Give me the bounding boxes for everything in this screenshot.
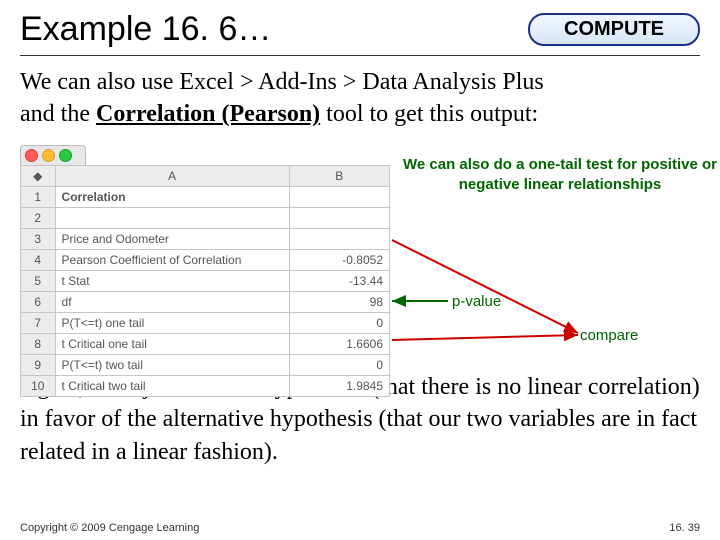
tool-name: Correlation (Pearson) xyxy=(96,101,320,127)
cell xyxy=(55,207,289,228)
excel-window: ◆ A B 1Correlation 2 3Price and Odometer… xyxy=(20,145,390,397)
cell: df xyxy=(55,291,289,312)
arrow-compare-tstat xyxy=(392,240,578,333)
annotation-compare: compare xyxy=(580,327,638,344)
close-icon xyxy=(25,149,38,162)
col-header-a: A xyxy=(55,165,289,186)
intro-line2-prefix: and the xyxy=(20,101,96,127)
zoom-icon xyxy=(59,149,72,162)
footer: Copyright © 2009 Cengage Learning 16. 39 xyxy=(20,522,700,534)
row-num: 8 xyxy=(21,333,56,354)
annotation-onetail: We can also do a one-tail test for posit… xyxy=(400,155,720,196)
row-num: 7 xyxy=(21,312,56,333)
cell xyxy=(289,207,389,228)
cell: 98 xyxy=(289,291,389,312)
row-num: 5 xyxy=(21,270,56,291)
page-number: 16. 39 xyxy=(669,522,700,534)
cell: Pearson Coefficient of Correlation xyxy=(55,249,289,270)
intro-text: We can also use Excel > Add-Ins > Data A… xyxy=(20,66,700,131)
row-num: 9 xyxy=(21,354,56,375)
annotation-pvalue: p-value xyxy=(452,293,501,310)
compute-badge: COMPUTE xyxy=(528,13,700,46)
slide: Example 16. 6… COMPUTE We can also use E… xyxy=(0,0,720,540)
title-divider xyxy=(20,55,700,56)
cell: 1.6606 xyxy=(289,333,389,354)
col-header-b: B xyxy=(289,165,389,186)
cell xyxy=(289,228,389,249)
table-row: 7P(T<=t) one tail0 xyxy=(21,312,390,333)
cell: P(T<=t) two tail xyxy=(55,354,289,375)
cell: 0 xyxy=(289,354,389,375)
cell: -13.44 xyxy=(289,270,389,291)
table-row: 9P(T<=t) two tail0 xyxy=(21,354,390,375)
row-num: 10 xyxy=(21,375,56,396)
minimize-icon xyxy=(42,149,55,162)
figure-area: ◆ A B 1Correlation 2 3Price and Odometer… xyxy=(20,145,700,365)
cell: Correlation xyxy=(55,186,289,207)
table-row: 8t Critical one tail1.6606 xyxy=(21,333,390,354)
row-num: 1 xyxy=(21,186,56,207)
table-row: 5t Stat-13.44 xyxy=(21,270,390,291)
cell: 1.9845 xyxy=(289,375,389,396)
cell: t Critical two tail xyxy=(55,375,289,396)
table-row: 4Pearson Coefficient of Correlation-0.80… xyxy=(21,249,390,270)
table-row: 2 xyxy=(21,207,390,228)
slide-title: Example 16. 6… xyxy=(20,10,271,49)
row-num: 6 xyxy=(21,291,56,312)
table-row: 6df98 xyxy=(21,291,390,312)
cell: -0.8052 xyxy=(289,249,389,270)
cell: P(T<=t) one tail xyxy=(55,312,289,333)
cell: t Stat xyxy=(55,270,289,291)
table-row: 10t Critical two tail1.9845 xyxy=(21,375,390,396)
intro-line2-suffix: tool to get this output: xyxy=(320,101,538,127)
copyright: Copyright © 2009 Cengage Learning xyxy=(20,522,199,534)
spreadsheet: ◆ A B 1Correlation 2 3Price and Odometer… xyxy=(20,165,390,397)
arrow-compare-tcrit xyxy=(392,335,578,340)
table-row: 1Correlation xyxy=(21,186,390,207)
intro-line1: We can also use Excel > Add-Ins > Data A… xyxy=(20,69,544,95)
cell: t Critical one tail xyxy=(55,333,289,354)
cell xyxy=(289,186,389,207)
mac-window-controls xyxy=(20,145,86,165)
header-row: ◆ A B xyxy=(21,165,390,186)
title-row: Example 16. 6… COMPUTE xyxy=(20,10,700,49)
corner-cell: ◆ xyxy=(21,165,56,186)
table-row: 3Price and Odometer xyxy=(21,228,390,249)
row-num: 4 xyxy=(21,249,56,270)
cell: 0 xyxy=(289,312,389,333)
row-num: 3 xyxy=(21,228,56,249)
row-num: 2 xyxy=(21,207,56,228)
cell: Price and Odometer xyxy=(55,228,289,249)
